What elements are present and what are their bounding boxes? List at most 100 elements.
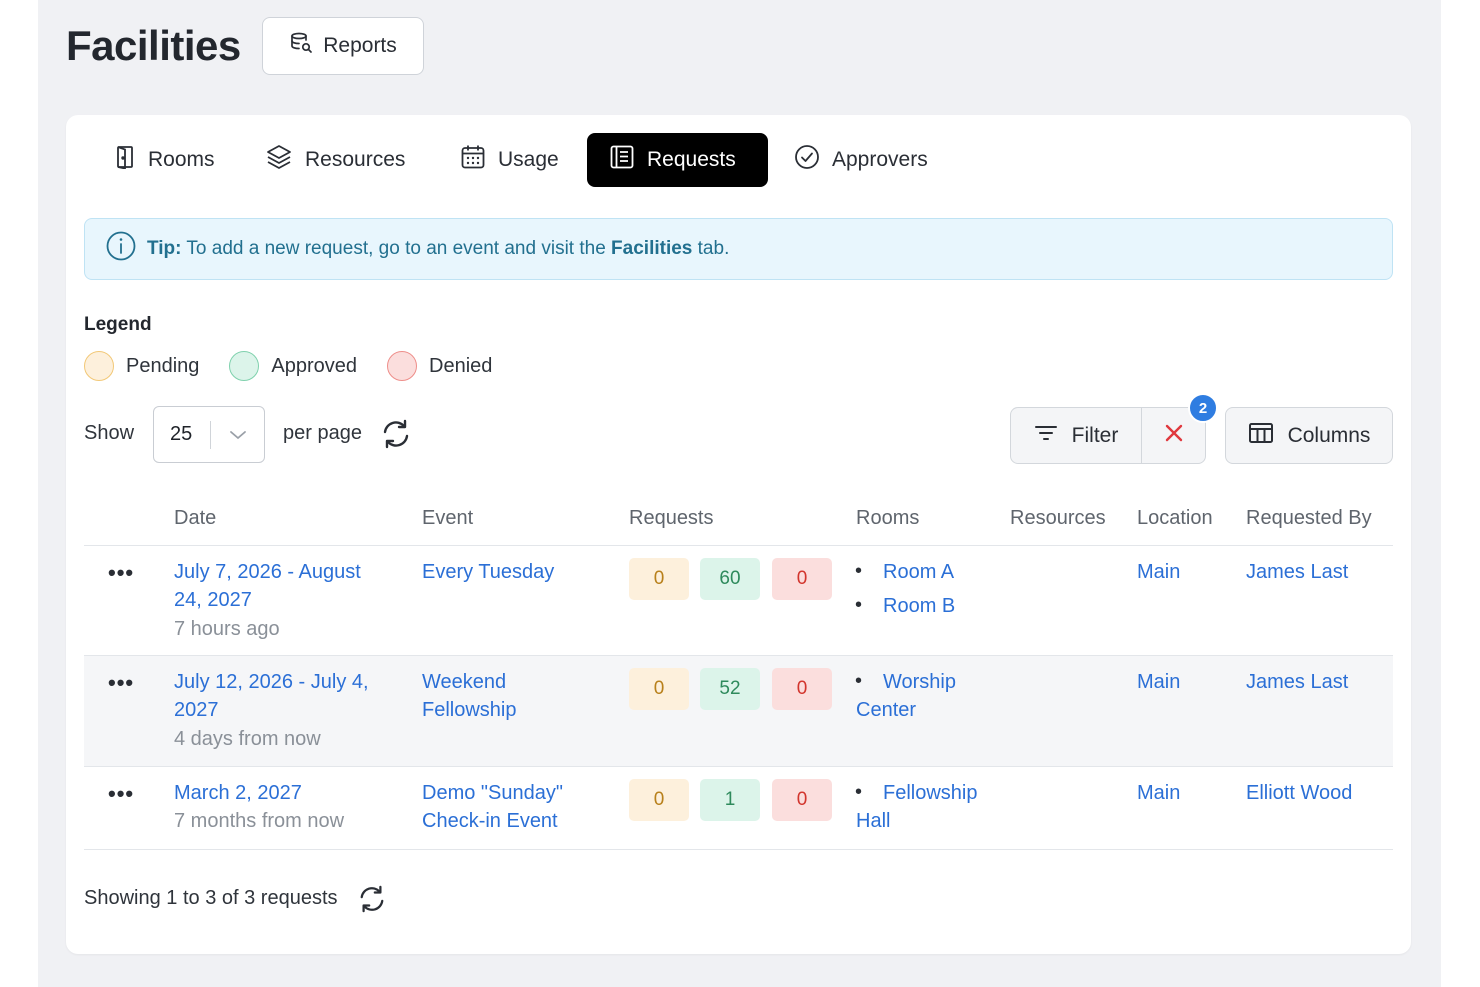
room-link[interactable]: Room A xyxy=(883,558,954,586)
legend-item-approved: Approved xyxy=(229,351,357,381)
room-link[interactable]: Fellowship xyxy=(883,779,977,807)
event-line: Weekend xyxy=(422,671,507,693)
tab-label: Usage xyxy=(498,148,559,171)
row-divider xyxy=(84,849,1393,850)
tip-body: To add a new request, go to an event and… xyxy=(181,238,612,259)
database-search-icon xyxy=(289,31,313,61)
column-header-requests[interactable]: Requests xyxy=(629,507,714,530)
event-link[interactable]: Every Tuesday xyxy=(422,558,554,586)
tab-usage[interactable]: Usage xyxy=(438,133,581,187)
door-icon xyxy=(114,145,136,175)
denied-count: 0 xyxy=(772,668,832,710)
info-icon xyxy=(105,230,137,268)
location-link[interactable]: Main xyxy=(1137,779,1180,807)
filter-group: Filter xyxy=(1010,407,1206,464)
date-line: 2027 xyxy=(174,699,219,721)
columns-icon xyxy=(1248,422,1274,450)
location-link[interactable]: Main xyxy=(1137,558,1180,586)
approved-count: 1 xyxy=(700,779,760,821)
layers-icon xyxy=(265,144,293,176)
relative-time: 4 days from now xyxy=(174,728,321,750)
tip-text: Tip: To add a new request, go to an even… xyxy=(147,238,729,260)
denied-count: 0 xyxy=(772,779,832,821)
event-link[interactable]: Demo "Sunday" Check-in Event xyxy=(422,779,563,835)
pending-count: 0 xyxy=(629,668,689,710)
results-summary: Showing 1 to 3 of 3 requests xyxy=(84,887,338,909)
legend-item-denied: Denied xyxy=(387,351,492,381)
date-line: 24, 2027 xyxy=(174,589,252,611)
refresh-icon[interactable] xyxy=(380,419,412,454)
column-header-event[interactable]: Event xyxy=(422,507,473,530)
column-header-date[interactable]: Date xyxy=(174,507,216,530)
date-range-link[interactable]: July 12, 2026 - July 4, 2027 xyxy=(174,668,369,724)
legend-label: Approved xyxy=(271,354,358,377)
event-link[interactable]: Weekend Fellowship xyxy=(422,668,516,724)
list-bullet: • xyxy=(855,560,863,582)
column-header-resources[interactable]: Resources xyxy=(1010,507,1106,530)
legend-label: Denied xyxy=(429,354,493,377)
denied-count: 0 xyxy=(772,558,832,600)
per-page-select[interactable]: 25 xyxy=(153,406,265,463)
tab-requests[interactable]: Requests xyxy=(587,133,768,187)
list-bullet: • xyxy=(855,670,863,692)
tab-label: Requests xyxy=(647,148,736,171)
tab-resources[interactable]: Resources xyxy=(243,133,427,187)
date-range-link[interactable]: March 2, 2027 xyxy=(174,779,302,807)
legend-item-pending: Pending xyxy=(84,351,199,381)
row-divider xyxy=(84,766,1393,767)
room-link-continued[interactable]: Hall xyxy=(856,807,890,835)
tip-label: Tip: xyxy=(147,238,182,259)
column-header-rooms[interactable]: Rooms xyxy=(856,507,919,530)
date-line: July 12, 2026 - July 4, xyxy=(174,671,369,693)
reports-button-label: Reports xyxy=(323,34,397,57)
header-divider xyxy=(84,545,1393,546)
columns-label: Columns xyxy=(1287,423,1371,447)
approved-dot xyxy=(229,351,260,381)
column-header-requested-by[interactable]: Requested By xyxy=(1246,507,1372,530)
requested-by-link[interactable]: James Last xyxy=(1246,558,1348,586)
relative-time: 7 months from now xyxy=(174,810,345,832)
close-icon xyxy=(1164,423,1184,448)
columns-button[interactable]: Columns xyxy=(1225,407,1393,464)
filter-label: Filter xyxy=(1071,423,1119,447)
event-line: Check-in Event xyxy=(422,810,558,832)
room-link[interactable]: Room B xyxy=(883,592,955,620)
list-bullet: • xyxy=(855,781,863,803)
tab-label: Resources xyxy=(305,148,406,171)
refresh-icon[interactable] xyxy=(357,885,387,918)
tip-banner: Tip: To add a new request, go to an even… xyxy=(84,218,1393,280)
show-label: Show xyxy=(84,422,135,444)
tab-rooms[interactable]: Rooms xyxy=(92,133,237,187)
denied-dot xyxy=(387,351,418,381)
legend-title: Legend xyxy=(84,314,152,335)
pending-count: 0 xyxy=(629,558,689,600)
legend-label: Pending xyxy=(126,354,200,377)
tip-emphasis: Facilities xyxy=(611,238,693,259)
approved-count: 60 xyxy=(700,558,760,600)
pending-dot xyxy=(84,351,114,381)
tab-label: Approvers xyxy=(832,148,928,171)
pending-count: 0 xyxy=(629,779,689,821)
date-range-link[interactable]: July 7, 2026 - August 24, 2027 xyxy=(174,558,361,614)
filter-lines-icon xyxy=(1034,423,1058,449)
tip-suffix: tab. xyxy=(692,238,730,259)
relative-time: 7 hours ago xyxy=(174,618,280,640)
filter-button[interactable]: Filter xyxy=(1011,408,1142,463)
row-actions-button[interactable]: ••• xyxy=(108,560,134,586)
room-link-continued[interactable]: Center xyxy=(856,696,916,724)
per-page-label: per page xyxy=(283,422,362,444)
chevron-down-icon xyxy=(211,429,264,441)
event-line: Demo "Sunday" xyxy=(422,782,563,804)
approved-count: 52 xyxy=(700,668,760,710)
location-link[interactable]: Main xyxy=(1137,668,1180,696)
check-circle-icon xyxy=(794,144,820,176)
requested-by-link[interactable]: James Last xyxy=(1246,668,1348,696)
per-page-value: 25 xyxy=(170,423,193,445)
column-header-location[interactable]: Location xyxy=(1137,507,1213,530)
reports-button[interactable]: Reports xyxy=(262,17,424,75)
requested-by-link[interactable]: Elliott Wood xyxy=(1246,779,1352,807)
row-actions-button[interactable]: ••• xyxy=(108,670,134,696)
room-link[interactable]: Worship xyxy=(883,668,956,696)
tab-approvers[interactable]: Approvers xyxy=(772,133,950,187)
row-actions-button[interactable]: ••• xyxy=(108,781,134,807)
